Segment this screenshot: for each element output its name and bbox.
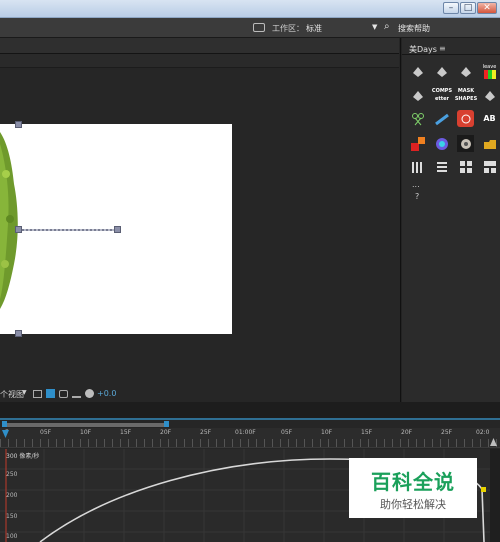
time-tick: 05F <box>40 429 52 436</box>
work-area-start-handle[interactable] <box>2 421 7 427</box>
gradient-bars-icon[interactable] <box>433 110 450 127</box>
transform-handle-top[interactable] <box>15 121 22 128</box>
channel-toggle-icon[interactable] <box>46 389 55 398</box>
work-area-end-handle[interactable] <box>164 421 169 427</box>
split-layout-icon[interactable] <box>481 158 498 175</box>
transform-handle-mid[interactable] <box>15 226 22 233</box>
workspace-label: 工作区： <box>272 24 304 33</box>
ruler-minor-ticks <box>0 439 500 447</box>
panel-divider <box>0 402 500 418</box>
composition-toolbar-strip <box>0 54 399 68</box>
transform-handle-bottom[interactable] <box>15 330 22 337</box>
exposure-icon[interactable] <box>85 389 94 398</box>
script-tool-4-icon[interactable] <box>409 87 426 104</box>
work-area-bar[interactable] <box>4 423 167 427</box>
y-tick: 250 <box>6 471 18 478</box>
close-button[interactable]: ✕ <box>477 2 497 14</box>
more-tools-button[interactable]: ... <box>412 180 420 189</box>
time-tick: 02:0 <box>476 429 490 436</box>
tools-panel-tab-bar: 美Days ≡ <box>402 41 500 55</box>
flowchart-icon[interactable] <box>72 390 81 398</box>
composition-tab-bar <box>0 38 399 54</box>
script-tool-3-icon[interactable] <box>457 63 474 80</box>
comps-setter-button[interactable]: COMPS etter <box>431 86 453 104</box>
window-title-bar: – □ ✕ <box>0 0 500 18</box>
red-tool-icon[interactable] <box>457 110 474 127</box>
watermark-subtitle: 助你轻松解决 <box>380 498 446 511</box>
help-button[interactable]: ? <box>415 192 419 201</box>
minimize-button[interactable]: – <box>443 2 459 14</box>
leave-color-icon[interactable]: leave <box>481 63 498 80</box>
viewer-toolbar: 个视图 ▼ +0.0 <box>0 386 399 402</box>
time-tick: 10F <box>321 429 333 436</box>
exposure-value[interactable]: +0.0 <box>97 389 116 398</box>
script-tool-2-icon[interactable] <box>433 63 450 80</box>
watermark-title: 百科全说 <box>371 470 455 494</box>
panel-menu-icon[interactable]: ≡ <box>439 44 446 53</box>
color-wheel-icon[interactable] <box>433 135 450 152</box>
script-tool-1-icon[interactable] <box>409 63 426 80</box>
time-tick: 10F <box>80 429 92 436</box>
script-tool-5-icon[interactable] <box>481 87 498 104</box>
view-dropdown-icon[interactable]: ▼ <box>22 389 27 396</box>
folder-icon[interactable] <box>481 135 498 152</box>
time-tick: 25F <box>441 429 453 436</box>
grid-layout-icon[interactable] <box>457 158 474 175</box>
time-tick: 01:00F <box>235 429 256 436</box>
scissors-icon[interactable] <box>409 110 426 127</box>
letters-tool-icon[interactable]: AB <box>481 110 498 127</box>
time-tick: 15F <box>120 429 132 436</box>
view-layout-select[interactable]: 个视图 <box>0 389 24 400</box>
keyframe-handle <box>481 487 486 492</box>
workspace-bar: 工作区： 标准 ▼ ⌕ 搜索帮助 <box>0 18 500 38</box>
watermark-badge: 百科全说 助你轻松解决 <box>349 458 477 518</box>
graph-unit-label: 300 像素/秒 <box>6 453 40 460</box>
maximize-button[interactable]: □ <box>460 2 476 14</box>
workspace-icon <box>253 23 265 32</box>
time-tick: 25F <box>200 429 212 436</box>
mask-shapes-button[interactable]: MASK SHAPES <box>455 86 477 104</box>
color-bars-icon <box>483 70 496 79</box>
time-tick: 15F <box>361 429 373 436</box>
y-tick: 100 <box>6 533 18 540</box>
rows-icon[interactable] <box>433 158 450 175</box>
workspace-select[interactable]: 标准 <box>306 23 322 34</box>
y-tick: 200 <box>6 492 18 499</box>
search-icon[interactable]: ⌕ <box>384 21 390 32</box>
motion-path-line <box>22 229 114 231</box>
time-tick: 20F <box>160 429 172 436</box>
time-tick: 05F <box>281 429 293 436</box>
workspace-dropdown-icon[interactable]: ▼ <box>372 23 377 31</box>
columns-icon[interactable] <box>409 158 426 175</box>
transform-handle-right[interactable] <box>114 226 121 233</box>
color-blocks-icon[interactable] <box>409 135 426 152</box>
search-help-input[interactable]: 搜索帮助 <box>398 23 430 34</box>
grid-toggle-icon[interactable] <box>33 390 42 398</box>
flower-icon[interactable] <box>457 135 474 152</box>
tools-panel-tab[interactable]: 美Days <box>409 44 437 55</box>
y-tick: 150 <box>6 513 18 520</box>
time-tick: 20F <box>401 429 413 436</box>
graph-scrollbar[interactable] <box>490 449 500 542</box>
time-ruler[interactable]: F 05F 10F 15F 20F 25F 01:00F 05F 10F 15F… <box>0 428 500 448</box>
camera-icon[interactable] <box>59 390 68 398</box>
